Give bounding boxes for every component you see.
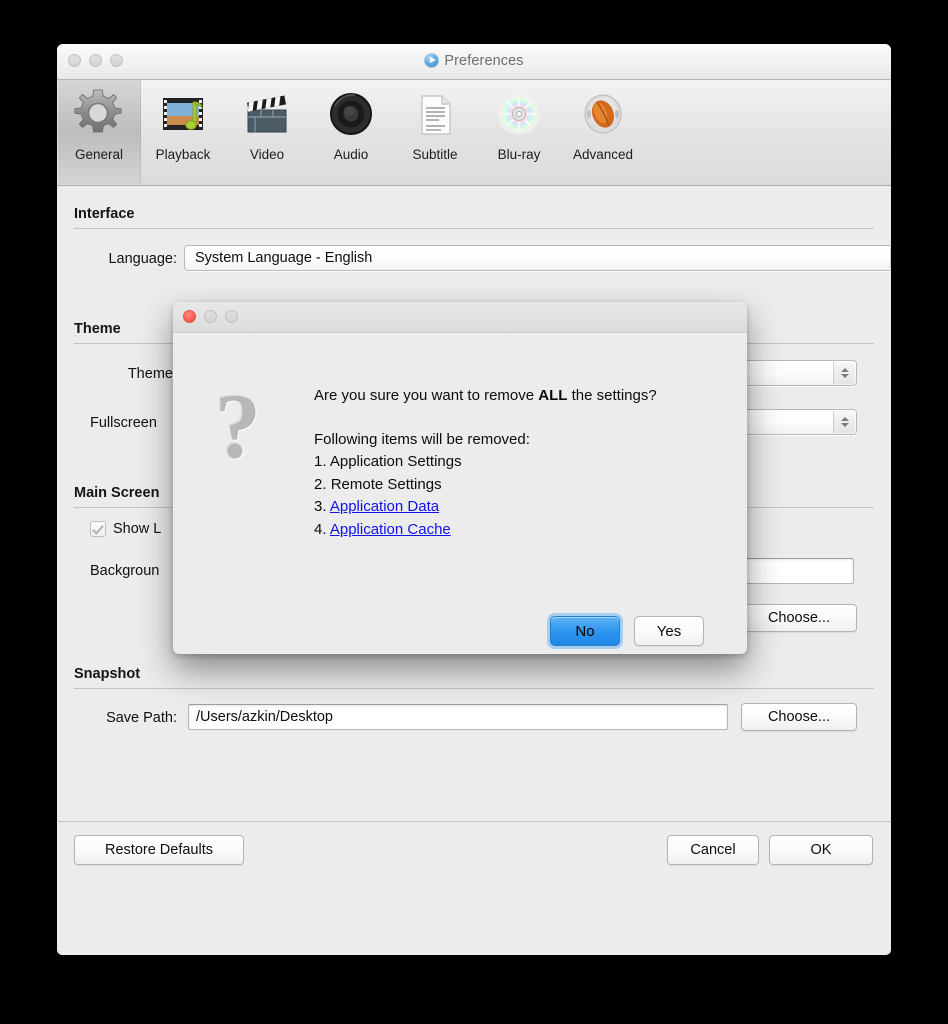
toolbar-tab-label: General: [74, 147, 124, 162]
toolbar-tab-bluray[interactable]: Blu-ray: [477, 80, 561, 184]
list-item: 3. Application Data: [314, 496, 714, 519]
background-choose-button[interactable]: Choose...: [741, 604, 857, 632]
language-label: Language:: [108, 251, 177, 267]
list-item: 1. Application Settings: [314, 451, 714, 474]
dialog-body: ? Are you sure you want to remove ALL th…: [173, 333, 747, 654]
toolbar-tab-label: Advanced: [572, 147, 634, 162]
snapshot-choose-button[interactable]: Choose...: [741, 703, 857, 731]
dialog-zoom-button: [225, 310, 238, 323]
confirm-remove-settings-dialog: ? Are you sure you want to remove ALL th…: [173, 302, 747, 654]
dialog-titlebar: [173, 302, 747, 333]
gear-icon: [71, 86, 127, 142]
toolbar-tab-general[interactable]: General: [57, 80, 141, 184]
dialog-minimize-button: [204, 310, 217, 323]
dialog-message-prefix: Are you sure you want to remove: [314, 387, 539, 404]
toolbar-tab-audio[interactable]: Audio: [309, 80, 393, 184]
document-lines-icon: [407, 86, 463, 142]
window-title-text: Preferences: [444, 53, 524, 69]
window-title: Preferences: [57, 53, 891, 69]
toolbar-tab-label: Audio: [333, 147, 369, 162]
disc-icon: [491, 86, 547, 142]
chevron-updown-icon[interactable]: [833, 362, 855, 384]
language-value: System Language - English: [195, 250, 373, 266]
list-item-text: Remote Settings: [330, 475, 442, 493]
section-divider: [74, 688, 874, 689]
list-item: 4. Application Cache: [314, 519, 714, 542]
toolbar-tab-advanced[interactable]: Advanced: [561, 80, 645, 184]
checkbox-icon[interactable]: [90, 521, 106, 537]
section-title-snapshot: Snapshot: [74, 666, 141, 682]
clapperboard-icon: [239, 86, 295, 142]
dialog-button-bar: Restore Defaults Cancel OK: [57, 821, 891, 889]
list-item-number: 4.: [314, 520, 327, 538]
application-cache-link[interactable]: Application Cache: [330, 521, 451, 538]
toolbar-tab-subtitle[interactable]: Subtitle: [393, 80, 477, 184]
fullscreen-label: Fullscreen: [90, 415, 157, 431]
chevron-updown-icon[interactable]: [833, 411, 855, 433]
restore-defaults-button[interactable]: Restore Defaults: [74, 835, 244, 865]
filmstrip-icon: [155, 86, 211, 142]
toolbar-tab-playback[interactable]: Playback: [141, 80, 225, 184]
speaker-icon: [323, 86, 379, 142]
section-title-theme: Theme: [74, 321, 121, 337]
no-button[interactable]: No: [550, 616, 620, 646]
toolbar-tab-label: Blu-ray: [497, 147, 541, 162]
section-title-main-screen: Main Screen: [74, 485, 160, 501]
list-item-text: Application Settings: [329, 453, 462, 470]
dialog-close-button[interactable]: [183, 310, 196, 323]
window-titlebar: Preferences: [57, 44, 891, 80]
dialog-message: Are you sure you want to remove ALL the …: [314, 385, 714, 541]
list-item-number: 3.: [314, 498, 327, 515]
language-select[interactable]: System Language - English: [184, 245, 891, 271]
save-path-value: /Users/azkin/Desktop: [196, 709, 333, 725]
toolbar-tab-label: Video: [249, 147, 285, 162]
question-mark-icon: ?: [215, 375, 261, 477]
application-data-link[interactable]: Application Data: [330, 498, 439, 515]
cancel-button[interactable]: Cancel: [667, 835, 759, 865]
toolbar-tab-label: Subtitle: [412, 147, 458, 162]
theme-label: Theme:: [127, 366, 177, 382]
media-play-circle-icon: [424, 53, 440, 68]
save-path-input[interactable]: /Users/azkin/Desktop: [188, 704, 728, 730]
list-item-number: 1.: [314, 453, 327, 470]
yes-button[interactable]: Yes: [634, 616, 704, 646]
toolbar-tab-video[interactable]: Video: [225, 80, 309, 184]
dialog-message-strong: ALL: [538, 387, 568, 404]
dialog-traffic-lights: [183, 310, 238, 323]
preferences-toolbar: General Playback Video Audio Subtitle Bl…: [57, 80, 891, 186]
dialog-message-suffix: the settings?: [567, 387, 657, 404]
dialog-list-header: Following items will be removed:: [314, 430, 530, 448]
background-label: Backgroun: [90, 563, 160, 579]
show-logo-checkbox-row[interactable]: Show L: [90, 521, 161, 537]
list-item: 2. Remote Settings: [314, 474, 714, 497]
list-item-number: 2.: [314, 475, 327, 493]
chevron-updown-icon[interactable]: [890, 247, 891, 269]
toolbar-tab-label: Playback: [155, 147, 211, 162]
show-logo-label: Show L: [113, 521, 162, 537]
nut-icon: [575, 86, 631, 142]
dialog-removal-list: Following items will be removed: 1. Appl…: [314, 429, 714, 542]
ok-button[interactable]: OK: [769, 835, 873, 865]
save-path-label: Save Path:: [106, 710, 177, 726]
section-title-interface: Interface: [74, 206, 135, 222]
section-divider: [74, 228, 874, 229]
